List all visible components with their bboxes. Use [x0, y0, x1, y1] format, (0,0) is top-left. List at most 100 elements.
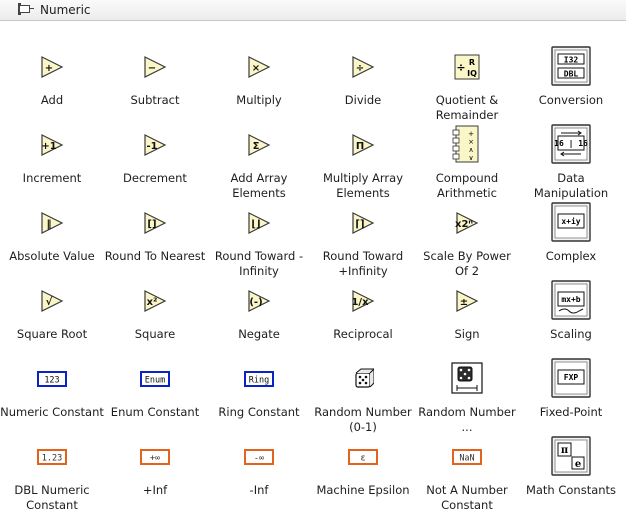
palette-item-increment[interactable]: +1 Increment — [0, 119, 104, 186]
palette-item-neg-inf-constant[interactable]: -∞ -Inf — [207, 431, 311, 498]
palette-item-round-toward-pos-infinity[interactable]: ⌈⌉ Round Toward +Infinity — [311, 197, 415, 279]
svg-text:⌊⌋: ⌊⌋ — [251, 219, 260, 230]
scaling-icon: mx+b — [551, 280, 591, 320]
svg-text:‖: ‖ — [47, 219, 52, 230]
palette-item-label: Ring Constant — [218, 405, 300, 419]
palette-item-dbl-numeric-constant[interactable]: 1.23 DBL Numeric Constant — [0, 431, 104, 509]
palette-item-decrement[interactable]: -1 Decrement — [103, 119, 207, 186]
svg-text:-∞: -∞ — [254, 454, 264, 464]
negate-icon: (-) — [248, 290, 271, 312]
palette-item-multiply[interactable]: × Multiply — [207, 41, 311, 108]
compound-arithmetic-icon: +×∧∨ — [452, 125, 479, 163]
svg-text:∧: ∧ — [468, 146, 473, 154]
square-icon: x² — [144, 290, 167, 312]
svg-text:ε: ε — [360, 454, 365, 464]
palette-item-divide[interactable]: ÷ Divide — [311, 41, 415, 108]
svg-text:FXP: FXP — [564, 373, 579, 382]
svg-text:Π: Π — [356, 141, 364, 152]
palette-item-nan-constant[interactable]: NaN Not A Number Constant — [415, 431, 519, 509]
svg-text:+: + — [45, 63, 53, 74]
palette-item-add[interactable]: + Add — [0, 41, 104, 108]
svg-text:Σ: Σ — [253, 141, 260, 152]
palette-item-label: Square Root — [16, 327, 88, 341]
palette-item-numeric-constant[interactable]: 123 Numeric Constant — [0, 353, 104, 420]
svg-text:16 | 16: 16 | 16 — [554, 139, 588, 148]
palette-item-negate[interactable]: (-) Negate — [207, 275, 311, 342]
svg-text:(-): (-) — [249, 297, 262, 308]
palette-item-compound-arithmetic[interactable]: + × ∧ ∨ Compound Arithmetic — [415, 119, 519, 201]
svg-text:÷: ÷ — [456, 61, 465, 74]
palette-item-label: Machine Epsilon — [316, 483, 410, 497]
palette-item-label: Sign — [454, 327, 480, 341]
palette-item-label: Multiply — [236, 93, 282, 107]
add-array-elements-icon: Σ — [248, 134, 271, 156]
palette-item-label: Negate — [238, 327, 280, 341]
palette-item-label: Add — [40, 93, 64, 107]
enum-constant-icon: Enum — [140, 371, 170, 387]
palette-title: Numeric — [40, 3, 91, 17]
palette-item-label: Square — [134, 327, 176, 341]
svg-text:÷: ÷ — [356, 63, 364, 74]
palette-item-random-number-range[interactable]: Random Number ... — [415, 353, 519, 435]
palette-item-square-root[interactable]: √ Square Root — [0, 275, 104, 342]
svg-text:⌈⌉: ⌈⌉ — [355, 219, 364, 230]
palette-titlebar: Numeric — [0, 0, 626, 21]
decrement-icon: -1 — [144, 134, 167, 156]
svg-text:+1: +1 — [41, 141, 56, 152]
palette-item-quotient-remainder[interactable]: ÷ R IQ Quotient & Remainder — [415, 41, 519, 123]
palette-item-scaling[interactable]: mx+b Scaling — [519, 275, 623, 342]
palette-item-random-number[interactable]: Random Number (0-1) — [311, 353, 415, 435]
sign-icon: ± — [456, 290, 479, 312]
scale-by-power-of-2-icon: x2ⁿ — [455, 212, 479, 234]
palette-item-add-array-elements[interactable]: Σ Add Array Elements — [207, 119, 311, 201]
palette-item-pos-inf-constant[interactable]: +∞ +Inf — [103, 431, 207, 498]
pushpin-icon[interactable] — [18, 2, 34, 18]
palette-item-round-to-nearest[interactable]: [] Round To Nearest — [103, 197, 207, 264]
palette-item-label: DBL Numeric Constant — [14, 483, 90, 509]
multiply-array-elements-icon: Π — [352, 134, 375, 156]
palette-item-label: Math Constants — [525, 483, 617, 497]
palette-item-fixed-point[interactable]: FXP Fixed-Point — [519, 353, 623, 420]
palette-item-label: Complex — [545, 249, 597, 263]
increment-icon: +1 — [41, 134, 64, 156]
palette-item-label: Scaling — [550, 327, 592, 341]
palette-item-scale-by-power-of-2[interactable]: x2ⁿ Scale By Power Of 2 — [415, 197, 519, 279]
palette-item-complex[interactable]: x+iy Complex — [519, 197, 623, 264]
palette-item-multiply-array-elements[interactable]: Π Multiply Array Elements — [311, 119, 415, 201]
palette-item-enum-constant[interactable]: Enum Enum Constant — [103, 353, 207, 420]
palette-item-label: Divide — [344, 93, 382, 107]
quotient-remainder-icon: ÷ R IQ — [454, 54, 480, 80]
svg-text:mx+b: mx+b — [561, 295, 580, 304]
svg-text:R: R — [469, 58, 475, 67]
palette-item-data-manipulation[interactable]: 16 | 16 Data Manipulation — [519, 119, 623, 201]
svg-text:√: √ — [46, 296, 53, 308]
svg-text:1/x: 1/x — [351, 297, 369, 308]
palette-item-round-toward-neg-infinity[interactable]: ⌊⌋ Round Toward -Infinity — [207, 197, 311, 279]
svg-text:123: 123 — [44, 376, 59, 386]
data-manipulation-icon: 16 | 16 — [551, 124, 591, 164]
palette-grid: + Add − Subtract × Multiply ÷ Divide ÷ R IQ Quotien… — [0, 21, 626, 509]
palette-item-subtract[interactable]: − Subtract — [103, 41, 207, 108]
round-toward-pos-infinity-icon: ⌈⌉ — [352, 212, 375, 234]
complex-icon: x+iy — [551, 202, 591, 242]
svg-text:Ring: Ring — [249, 376, 269, 386]
svg-text:x²: x² — [147, 297, 158, 308]
fixed-point-icon: FXP — [551, 358, 591, 398]
palette-item-square[interactable]: x² Square — [103, 275, 207, 342]
palette-item-math-constants[interactable]: π e Math Constants — [519, 431, 623, 498]
machine-epsilon-icon: ε — [348, 449, 378, 465]
palette-item-label: Subtract — [130, 93, 180, 107]
palette-item-label: Fixed-Point — [539, 405, 603, 419]
palette-item-conversion[interactable]: I32 DBL Conversion — [519, 41, 623, 108]
palette-item-machine-epsilon[interactable]: ε Machine Epsilon — [311, 431, 415, 498]
conversion-icon: I32 DBL — [551, 46, 591, 86]
square-root-icon: √ — [41, 290, 64, 312]
palette-item-label: Conversion — [538, 93, 604, 107]
palette-item-absolute-value[interactable]: ‖ Absolute Value — [0, 197, 104, 264]
ring-constant-icon: Ring — [244, 371, 274, 387]
palette-item-reciprocal[interactable]: 1/x Reciprocal — [311, 275, 415, 342]
svg-text:e: e — [575, 459, 581, 470]
palette-item-ring-constant[interactable]: Ring Ring Constant — [207, 353, 311, 420]
palette-item-sign[interactable]: ± Sign — [415, 275, 519, 342]
svg-text:-1: -1 — [146, 141, 157, 152]
